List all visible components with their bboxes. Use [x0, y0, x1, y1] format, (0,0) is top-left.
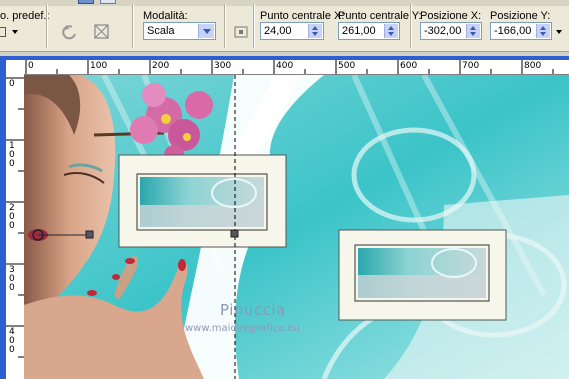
ruler-corner	[6, 60, 24, 74]
center-y-value: 261,00	[342, 25, 376, 37]
preset-icon	[0, 27, 6, 37]
pos-y-value: -166,00	[494, 25, 532, 37]
photo-frame-left[interactable]	[118, 154, 287, 248]
nail	[112, 274, 120, 280]
ruler-tick-label: 1 0 0	[9, 141, 15, 169]
nail	[125, 258, 135, 264]
center-x-label: Punto centrale X:	[260, 10, 345, 22]
separator	[410, 4, 412, 48]
ruler-tick-label: 0	[28, 61, 34, 71]
pos-x-input[interactable]: -302,00	[420, 22, 482, 40]
center-x-value: 24,00	[264, 25, 292, 37]
pos-y-label: Posizione Y:	[490, 10, 551, 22]
ruler-tick-label: 0	[9, 79, 15, 89]
separator	[132, 4, 134, 48]
ruler-tick-label: 2 0 0	[9, 203, 15, 231]
ruler-left[interactable]: 0 1 0 0 2 0 0 3 0 0 4 0 0	[6, 74, 25, 379]
spinner-icon[interactable]	[384, 24, 398, 38]
canvas-image[interactable]: Pinuccia www.maidiregrafica.eu	[24, 75, 569, 379]
center-x-input[interactable]: 24,00	[260, 22, 324, 40]
center-point-icon[interactable]	[231, 22, 251, 42]
preset-label: o. predef.:	[0, 10, 50, 22]
copy-icon[interactable]	[100, 0, 116, 4]
chevron-down-icon[interactable]	[556, 30, 562, 34]
preset-dropdown[interactable]	[0, 24, 26, 40]
watermark-name: Pinuccia	[220, 301, 286, 319]
pos-x-label: Posizione X:	[420, 10, 482, 22]
chevron-down-icon	[198, 24, 214, 38]
nail	[178, 259, 186, 271]
ruler-tick-label: 3 0 0	[9, 265, 15, 293]
separator	[224, 4, 226, 48]
transform-handle[interactable]	[230, 229, 239, 238]
ruler-tick-label: 500	[338, 61, 356, 71]
pos-x-value: -302,00	[424, 25, 462, 37]
ruler-top[interactable]: 0 100 200 300 400 500 600 700 800	[24, 60, 569, 75]
photo-frame-right[interactable]	[338, 229, 507, 321]
rotation-handle[interactable]	[85, 230, 94, 239]
ruler-tick-label: 100	[90, 61, 108, 71]
transform-icon[interactable]	[92, 22, 112, 42]
mode-select-value: Scala	[147, 25, 175, 37]
mode-select[interactable]: Scala	[143, 22, 216, 40]
center-y-input[interactable]: 261,00	[338, 22, 400, 40]
save-icon[interactable]	[78, 0, 94, 4]
spinner-icon[interactable]	[308, 24, 322, 38]
ruler-tick-label: 400	[276, 61, 294, 71]
chevron-down-icon	[12, 30, 18, 34]
tool-options-toolbar: o. predef.: Modalità: Scala Punto centra…	[0, 0, 569, 52]
separator	[46, 4, 48, 48]
ruler-tick-label: 300	[214, 61, 232, 71]
ruler-tick-label: 700	[462, 61, 480, 71]
ruler-tick-label: 600	[400, 61, 418, 71]
ruler-tick-label: 4 0 0	[9, 327, 15, 355]
spinner-icon[interactable]	[536, 24, 550, 38]
pos-y-input[interactable]: -166,00	[490, 22, 552, 40]
mode-label: Modalità:	[143, 10, 188, 22]
ruler-tick-label: 800	[524, 61, 542, 71]
separator	[253, 4, 255, 48]
spinner-icon[interactable]	[466, 24, 480, 38]
watermark-url: www.maidiregrafica.eu	[185, 323, 300, 334]
ruler-tick-label: 200	[152, 61, 170, 71]
reset-icon[interactable]	[60, 22, 80, 42]
nail	[87, 290, 97, 296]
